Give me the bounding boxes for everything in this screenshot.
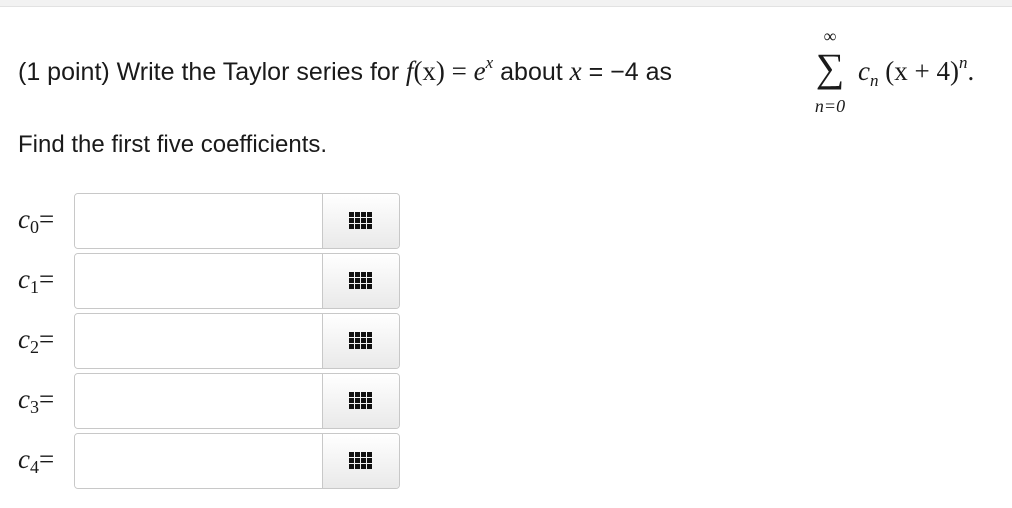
answer-label: c4=: [18, 444, 74, 477]
answer-row-c0: c0=: [18, 192, 418, 250]
answer-input-group: [74, 373, 400, 429]
sum-lower-limit: n=0: [814, 96, 846, 116]
answer-label: c2=: [18, 324, 74, 357]
label-equals: =: [38, 324, 55, 354]
answer-input-c1[interactable]: [75, 254, 323, 308]
question-prefix: (1 point) Write the Taylor series for: [18, 58, 400, 86]
series-power: n: [958, 53, 968, 72]
answer-input-group: [74, 253, 400, 309]
function-expression: f(x) = ex: [399, 53, 494, 87]
center-value: = −4 as: [581, 58, 679, 86]
center-var: x: [569, 56, 582, 86]
label-sub: 3: [29, 397, 39, 417]
exp-power: x: [485, 53, 494, 72]
answer-input-c4[interactable]: [75, 434, 323, 488]
grid-icon: [349, 272, 373, 290]
grid-icon: [349, 452, 373, 470]
answer-input-group: [74, 193, 400, 249]
equation-palette-button[interactable]: [323, 374, 399, 428]
label-sub: 0: [29, 217, 39, 237]
grid-icon: [349, 212, 373, 230]
label-var: c: [18, 264, 30, 294]
label-equals: =: [38, 264, 55, 294]
series-period: .: [967, 56, 975, 86]
equation-palette-button[interactable]: [323, 194, 399, 248]
answer-row-c1: c1=: [18, 252, 418, 310]
label-var: c: [18, 324, 30, 354]
answer-label: c1=: [18, 264, 74, 297]
answer-input-c2[interactable]: [75, 314, 323, 368]
label-sub: 2: [29, 337, 39, 357]
label-var: c: [18, 444, 30, 474]
series-binomial: (x + 4): [885, 56, 959, 86]
answer-row-c2: c2=: [18, 312, 418, 370]
series-coef: c: [858, 56, 870, 86]
question-line: (1 point) Write the Taylor series for f(…: [18, 53, 679, 87]
grid-icon: [349, 332, 373, 350]
label-var: c: [18, 384, 30, 414]
series-coef-sub: n: [869, 71, 879, 90]
answer-input-group: [74, 433, 400, 489]
summation-symbol: ∞ ∑ n=0: [806, 26, 854, 122]
center-expression: x: [570, 56, 582, 87]
equals-sign: =: [444, 56, 474, 86]
answer-input-group: [74, 313, 400, 369]
about-text: about: [493, 58, 570, 86]
label-equals: =: [38, 384, 55, 414]
answer-input-c3[interactable]: [75, 374, 323, 428]
sigma-icon: ∑: [815, 45, 845, 90]
label-equals: =: [38, 444, 55, 474]
label-var: c: [18, 204, 30, 234]
instruction-text: Find the first five coefficients.: [18, 131, 328, 158]
exp-base: e: [473, 56, 486, 86]
equation-palette-button[interactable]: [323, 314, 399, 368]
answer-input-c0[interactable]: [75, 194, 323, 248]
answer-row-c3: c3=: [18, 372, 418, 430]
equation-palette-button[interactable]: [323, 254, 399, 308]
label-sub: 4: [29, 457, 39, 477]
answer-row-c4: c4=: [18, 432, 418, 490]
label-sub: 1: [29, 277, 39, 297]
function-arg: (x): [413, 56, 445, 86]
answer-label: c3=: [18, 384, 74, 417]
grid-icon: [349, 392, 373, 410]
answer-label: c0=: [18, 204, 74, 237]
question-text: (1 point) Write the Taylor series for f(…: [18, 26, 1008, 122]
equation-palette-button[interactable]: [323, 434, 399, 488]
top-divider: [0, 0, 1012, 7]
series-term: cn (x + 4)n.: [858, 53, 975, 90]
label-equals: =: [38, 204, 55, 234]
